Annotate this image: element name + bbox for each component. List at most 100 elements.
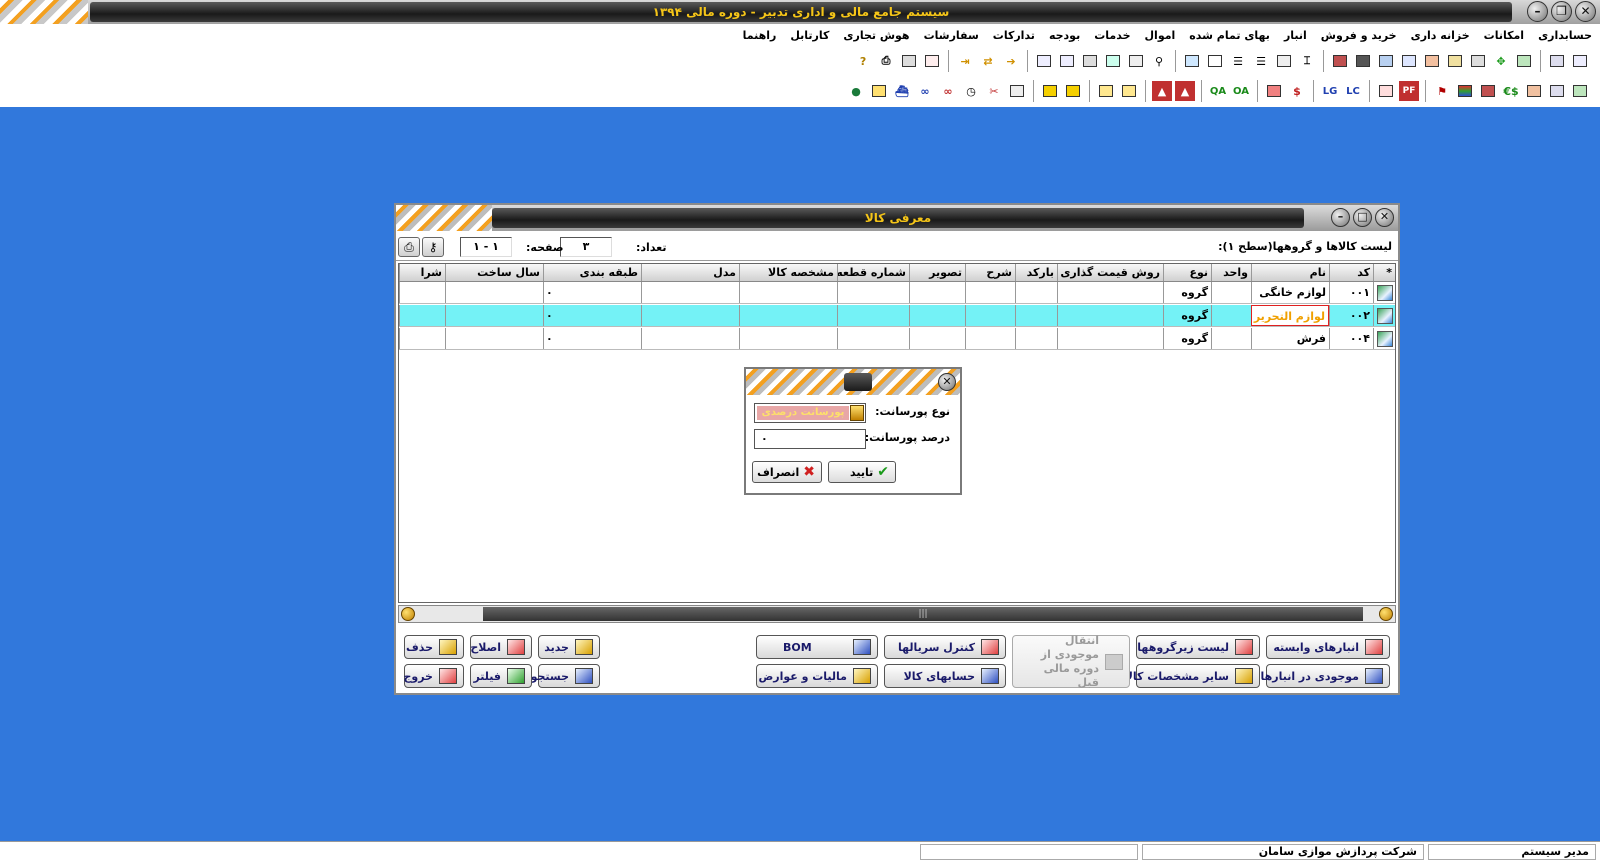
help-icon[interactable]: ? bbox=[853, 51, 873, 71]
flag-icon[interactable]: ⚑ bbox=[1432, 81, 1452, 101]
commission-percent-input[interactable]: ۰ bbox=[754, 429, 866, 449]
horizontal-scrollbar[interactable]: ||| bbox=[398, 605, 1396, 623]
menu-services[interactable]: خدمات bbox=[1094, 29, 1130, 42]
book-icon[interactable] bbox=[1445, 51, 1465, 71]
ledger-icon[interactable] bbox=[1096, 81, 1116, 101]
refresh-icon[interactable]: ⇄ bbox=[978, 51, 998, 71]
frame-icon[interactable] bbox=[1205, 51, 1225, 71]
warning-icon[interactable]: ▲ bbox=[1152, 81, 1172, 101]
col-name[interactable]: نام bbox=[1251, 264, 1329, 281]
menu-cartable[interactable]: کارتابل bbox=[790, 29, 829, 42]
move-icon[interactable]: ⇥ bbox=[955, 51, 975, 71]
cell-name-editing[interactable]: لوازم التحریر bbox=[1251, 305, 1329, 326]
search-button[interactable]: جستجو bbox=[531, 664, 600, 688]
people-icon[interactable] bbox=[1524, 81, 1544, 101]
col-image[interactable]: تصویر bbox=[909, 264, 965, 281]
cards-icon[interactable] bbox=[1330, 51, 1350, 71]
window-icon[interactable] bbox=[1547, 51, 1567, 71]
book-icon[interactable] bbox=[1007, 81, 1027, 101]
window-close-button[interactable]: ✕ bbox=[1375, 208, 1394, 227]
col-code[interactable]: کد bbox=[1329, 264, 1373, 281]
binoculars-icon[interactable]: ∞ bbox=[938, 81, 958, 101]
oa-icon[interactable]: OA bbox=[1231, 81, 1251, 101]
warning-icon[interactable]: ▲ bbox=[1175, 81, 1195, 101]
menu-treasury[interactable]: خزانه داری bbox=[1411, 29, 1470, 42]
table-row[interactable]: ۰۰۴ فرش گروه ۰ bbox=[399, 328, 1395, 350]
menu-budget[interactable]: بودجه bbox=[1049, 29, 1080, 42]
cards-icon[interactable] bbox=[1353, 51, 1373, 71]
currency-icon[interactable]: $€ bbox=[1501, 81, 1521, 101]
tree-icon[interactable] bbox=[1103, 51, 1123, 71]
colors-icon[interactable] bbox=[1455, 81, 1475, 101]
key-icon[interactable]: ⚷ bbox=[422, 237, 444, 257]
stamp-icon[interactable] bbox=[1478, 81, 1498, 101]
edit-button[interactable]: اصلاح bbox=[470, 635, 532, 659]
minimize-button[interactable]: – bbox=[1527, 1, 1548, 22]
menu-orders[interactable]: سفارشات bbox=[924, 29, 979, 42]
col-type[interactable]: نوع bbox=[1163, 264, 1211, 281]
col-barcode[interactable]: بارکد bbox=[1015, 264, 1057, 281]
users-icon[interactable] bbox=[899, 51, 919, 71]
scroll-thumb[interactable]: ||| bbox=[483, 607, 1363, 621]
bom-button[interactable]: BOM bbox=[756, 635, 878, 659]
grid-icon[interactable] bbox=[1570, 51, 1590, 71]
cancel-button[interactable]: ✖ انصراف bbox=[752, 461, 822, 483]
taxes-button[interactable]: مالیات و عوارض bbox=[756, 664, 878, 688]
scroll-left-icon[interactable] bbox=[401, 607, 415, 621]
col-model[interactable]: مدل bbox=[641, 264, 739, 281]
chevron-down-icon[interactable] bbox=[850, 405, 864, 421]
col-desc[interactable]: شرح bbox=[965, 264, 1015, 281]
menu-assets[interactable]: اموال bbox=[1145, 29, 1176, 42]
image-icon[interactable] bbox=[1182, 51, 1202, 71]
doc-icon[interactable] bbox=[1376, 81, 1396, 101]
menu-bi[interactable]: هوش تجاری bbox=[843, 29, 909, 42]
printer-icon[interactable]: ⎙ bbox=[876, 51, 896, 71]
col-category[interactable]: طبقه بندی bbox=[543, 264, 641, 281]
truck-icon[interactable] bbox=[1063, 81, 1083, 101]
transfer-icon[interactable] bbox=[1080, 51, 1100, 71]
chart-icon[interactable] bbox=[1468, 51, 1488, 71]
menu-accounting[interactable]: حسابداری bbox=[1538, 29, 1592, 42]
globe-icon[interactable]: ● bbox=[846, 81, 866, 101]
report-icon[interactable] bbox=[1034, 51, 1054, 71]
exit-button[interactable]: خروج bbox=[403, 664, 464, 688]
menu-cost[interactable]: بهای تمام شده bbox=[1189, 29, 1270, 42]
col-unit[interactable]: واحد bbox=[1211, 264, 1251, 281]
menu-sales[interactable]: خرید و فروش bbox=[1321, 29, 1397, 42]
subgroup-list-button[interactable]: لیست زیرگروهها bbox=[1136, 635, 1260, 659]
transfer-stock-button[interactable]: انتقال موجودی از دوره مالی قبل bbox=[1012, 634, 1130, 689]
columns-icon[interactable] bbox=[1274, 51, 1294, 71]
print-preview-icon[interactable] bbox=[1126, 51, 1146, 71]
page-field[interactable]: ۱ - ۱ bbox=[460, 237, 512, 257]
stack-icon[interactable] bbox=[1422, 51, 1442, 71]
clock-icon[interactable]: ◷ bbox=[961, 81, 981, 101]
ship-icon[interactable]: ⛴ bbox=[892, 81, 912, 101]
serial-control-button[interactable]: کنترل سریالها bbox=[884, 635, 1006, 659]
table-row-selected[interactable]: ۰۰۲ لوازم التحریر گروه ۰ bbox=[399, 305, 1395, 327]
restore-button[interactable]: ❐ bbox=[1551, 1, 1572, 22]
window-maximize-button[interactable]: □ bbox=[1353, 208, 1372, 227]
new-button[interactable]: جدید bbox=[538, 635, 600, 659]
menu-facilities[interactable]: امکانات bbox=[1484, 29, 1524, 42]
chart-icon[interactable] bbox=[1514, 51, 1534, 71]
related-warehouses-button[interactable]: انبارهای وابسته bbox=[1266, 635, 1390, 659]
menu-procurement[interactable]: تدارکات bbox=[993, 29, 1035, 42]
lg-icon[interactable]: LG bbox=[1320, 81, 1340, 101]
dialog-close-button[interactable]: ✕ bbox=[938, 373, 956, 391]
item-accounts-button[interactable]: حسابهای کالا bbox=[884, 664, 1006, 688]
filter-button[interactable]: فیلتر bbox=[470, 664, 532, 688]
printer-icon[interactable]: ⎙ bbox=[398, 237, 420, 257]
other-specs-button[interactable]: سایر مشخصات کالا bbox=[1125, 664, 1260, 688]
col-spec[interactable]: مشخصه کالا bbox=[739, 264, 837, 281]
search-icon[interactable]: ⚲ bbox=[1149, 51, 1169, 71]
list-icon[interactable]: ☰ bbox=[1251, 51, 1271, 71]
dollar-icon[interactable]: $ bbox=[1287, 81, 1307, 101]
export-icon[interactable] bbox=[869, 81, 889, 101]
list-icon[interactable]: ☰ bbox=[1228, 51, 1248, 71]
calc-icon[interactable] bbox=[922, 51, 942, 71]
cash-icon[interactable] bbox=[1264, 81, 1284, 101]
window-icon[interactable] bbox=[1547, 81, 1567, 101]
window-minimize-button[interactable]: – bbox=[1331, 208, 1350, 227]
lc-icon[interactable]: LC bbox=[1343, 81, 1363, 101]
scissors-icon[interactable]: ✂ bbox=[984, 81, 1004, 101]
